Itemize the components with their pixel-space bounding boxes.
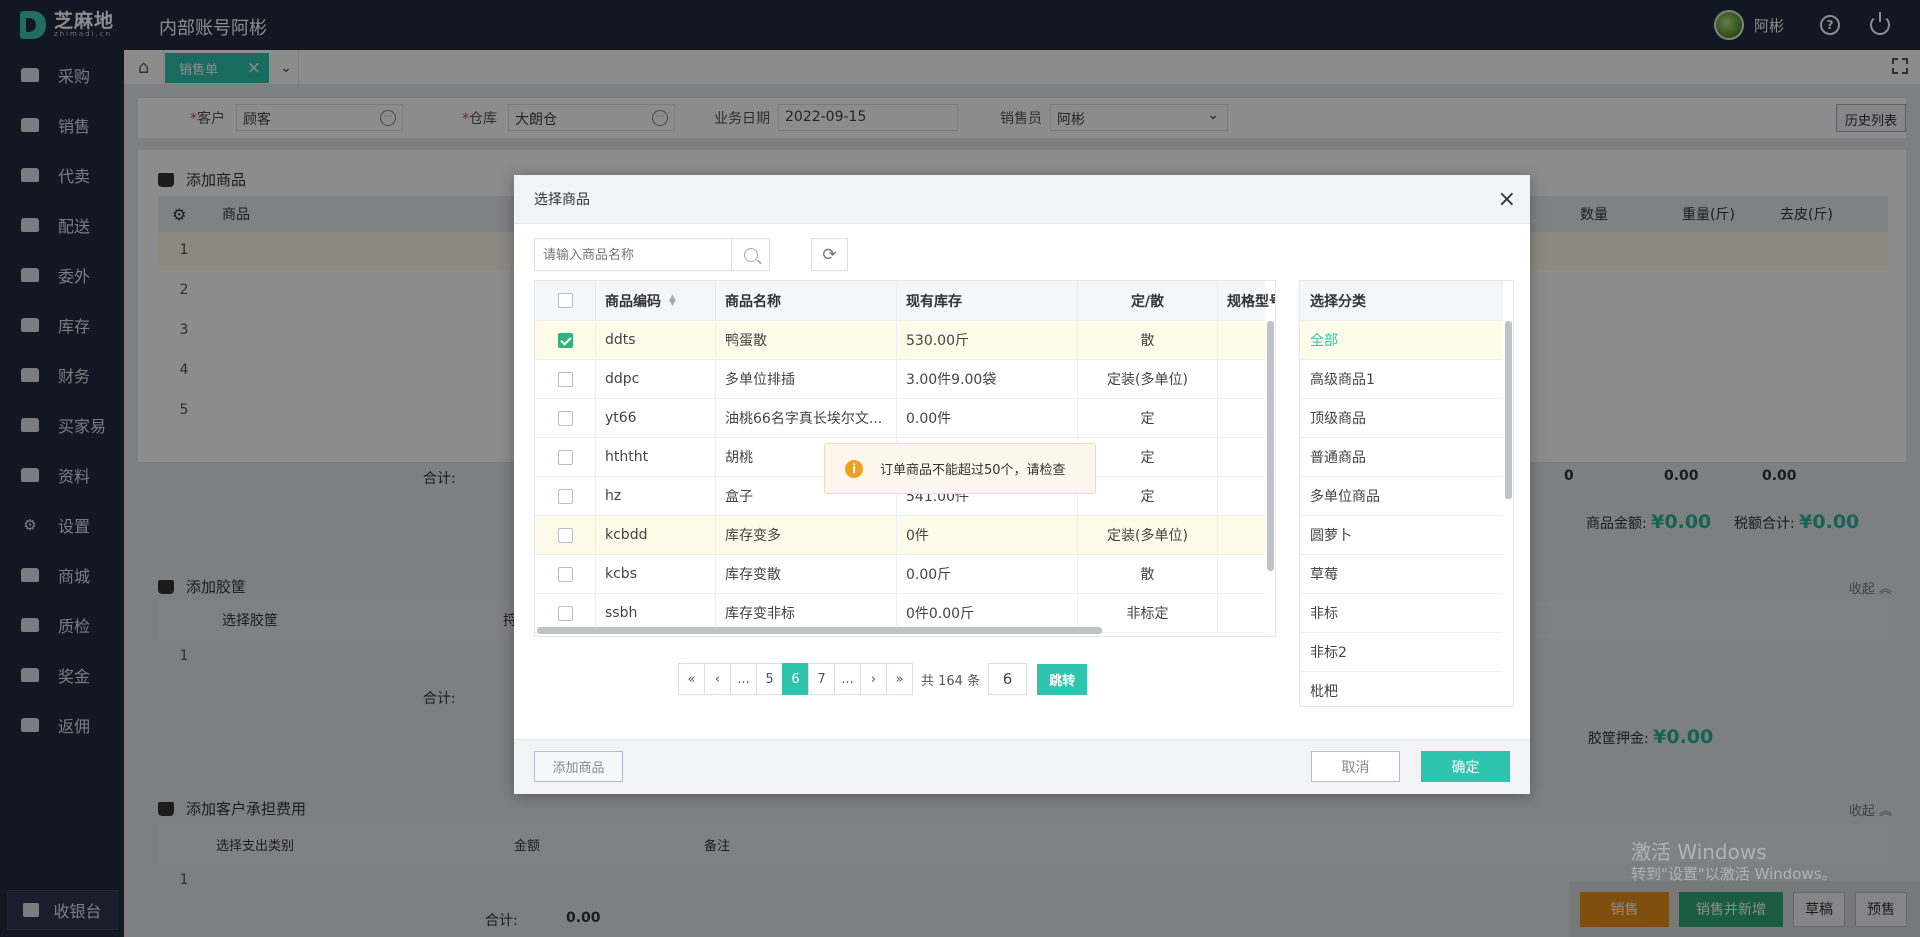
category-item[interactable]: 普通商品 <box>1300 438 1503 477</box>
cell-type: 定 <box>1078 477 1218 515</box>
confirm-button[interactable]: 确定 <box>1421 751 1510 782</box>
cell-type: 定装(多单位) <box>1078 516 1218 554</box>
cell-name: 多单位排插 <box>716 360 897 398</box>
pagination: « ‹ ... 5 6 7 ... › » 共 164 条 6 跳转 <box>678 663 1088 695</box>
cell-stock: 530.00斤 <box>897 321 1078 359</box>
row-checkbox[interactable] <box>557 488 573 504</box>
category-item[interactable]: 非标2 <box>1300 633 1503 672</box>
col-name: 商品名称 <box>716 281 897 320</box>
cell-stock: 0.00件 <box>897 399 1078 437</box>
table-row[interactable]: ddpc 多单位排插 3.00件9.00袋 定装(多单位) <box>535 360 1265 399</box>
cell-type: 定 <box>1078 438 1218 476</box>
category-item-all[interactable]: 全部 <box>1300 321 1503 360</box>
category-item[interactable]: 枇杷 <box>1300 672 1503 706</box>
category-item[interactable]: 圆萝卜 <box>1300 516 1503 555</box>
cell-type: 散 <box>1078 321 1218 359</box>
row-checkbox[interactable] <box>557 605 573 621</box>
cell-code: kcbdd <box>596 516 716 554</box>
category-item[interactable]: 非标 <box>1300 594 1503 633</box>
refresh-button[interactable]: ⟳ <box>811 238 848 271</box>
col-code[interactable]: 商品编码 ▲ ▼ <box>596 281 716 320</box>
category-scrollbar[interactable] <box>1505 321 1512 499</box>
total-count: 共 164 条 <box>921 673 981 689</box>
category-header: 选择分类 <box>1300 281 1503 321</box>
col-spec: 规格型号 <box>1218 281 1275 320</box>
first-page-button[interactable]: « <box>678 663 705 695</box>
dialog-header: 选择商品 <box>514 175 1530 224</box>
jump-button[interactable]: 跳转 <box>1037 663 1088 695</box>
page-ellipsis[interactable]: ... <box>834 663 861 695</box>
cell-code: ddpc <box>596 360 716 398</box>
warning-icon: i <box>845 459 863 478</box>
goods-search <box>534 238 770 271</box>
select-all-checkbox[interactable] <box>557 293 573 308</box>
search-button[interactable] <box>731 239 769 270</box>
cell-name: 库存变散 <box>716 555 897 593</box>
category-item[interactable]: 多单位商品 <box>1300 477 1503 516</box>
goods-horizontal-scrollbar[interactable] <box>537 627 1102 634</box>
table-row[interactable]: ddts 鸭蛋散 530.00斤 散 <box>535 321 1265 360</box>
cell-stock: 0件 <box>897 516 1078 554</box>
cell-type: 散 <box>1078 555 1218 593</box>
cell-code: hz <box>596 477 716 515</box>
search-icon <box>743 247 758 262</box>
cell-name: 油桃66名字真长埃尔文... <box>716 399 897 437</box>
page-button[interactable]: 7 <box>808 663 835 695</box>
category-item[interactable]: 顶级商品 <box>1300 399 1503 438</box>
row-checkbox[interactable] <box>557 566 573 582</box>
page-button[interactable]: 5 <box>756 663 783 695</box>
last-page-button[interactable]: » <box>886 663 913 695</box>
row-checkbox[interactable] <box>557 449 573 465</box>
windows-activation-watermark: 激活 Windows 转到"设置"以激活 Windows。 <box>1631 840 1837 883</box>
cell-stock: 3.00件9.00袋 <box>897 360 1078 398</box>
category-list: 选择分类 全部 高级商品1 顶级商品 普通商品 多单位商品 圆萝卜 草莓 非标 … <box>1299 280 1514 707</box>
cell-code: hththt <box>596 438 716 476</box>
toast-message: 订单商品不能超过50个，请检查 <box>880 463 1066 478</box>
refresh-icon: ⟳ <box>822 244 837 265</box>
dialog-footer: 添加商品 取消 确定 <box>514 739 1530 794</box>
goods-table-header: 商品编码▲▼ 商品名称 现有库存 定/散 规格型号 <box>535 281 1275 321</box>
dialog-title: 选择商品 <box>534 192 590 208</box>
page-number-input[interactable]: 6 <box>988 663 1028 695</box>
search-input[interactable] <box>535 239 730 270</box>
cell-type: 定 <box>1078 399 1218 437</box>
sort-icon[interactable]: ▲ ▼ <box>669 293 676 307</box>
table-row[interactable]: kcbdd 库存变多 0件 定装(多单位) <box>535 516 1265 555</box>
category-item[interactable]: 草莓 <box>1300 555 1503 594</box>
cell-stock: 0.00斤 <box>897 555 1078 593</box>
cell-name: 鸭蛋散 <box>716 321 897 359</box>
close-icon[interactable]: × <box>1498 187 1516 212</box>
cell-type: 定装(多单位) <box>1078 360 1218 398</box>
select-all-cell <box>535 281 596 320</box>
prev-page-button[interactable]: ‹ <box>704 663 731 695</box>
col-stock: 现有库存 <box>897 281 1078 320</box>
add-goods-button[interactable]: 添加商品 <box>534 751 623 782</box>
next-page-button[interactable]: › <box>860 663 887 695</box>
category-item[interactable]: 高级商品1 <box>1300 360 1503 399</box>
cell-code: yt66 <box>596 399 716 437</box>
warning-toast: i 订单商品不能超过50个，请检查 <box>824 443 1096 494</box>
row-checkbox[interactable] <box>557 527 573 543</box>
table-row[interactable]: kcbs 库存变散 0.00斤 散 <box>535 555 1265 594</box>
cell-spec <box>1218 594 1275 632</box>
cancel-button[interactable]: 取消 <box>1311 751 1400 782</box>
cell-name: 库存变多 <box>716 516 897 554</box>
col-type: 定/散 <box>1078 281 1218 320</box>
goods-vertical-scrollbar[interactable] <box>1267 321 1274 571</box>
page-ellipsis[interactable]: ... <box>730 663 757 695</box>
page-button-current[interactable]: 6 <box>782 663 809 695</box>
row-checkbox[interactable] <box>557 332 573 348</box>
cell-code: ddts <box>596 321 716 359</box>
table-row[interactable]: yt66 油桃66名字真长埃尔文... 0.00件 定 <box>535 399 1265 438</box>
row-checkbox[interactable] <box>557 371 573 387</box>
cell-code: kcbs <box>596 555 716 593</box>
row-checkbox[interactable] <box>557 410 573 426</box>
